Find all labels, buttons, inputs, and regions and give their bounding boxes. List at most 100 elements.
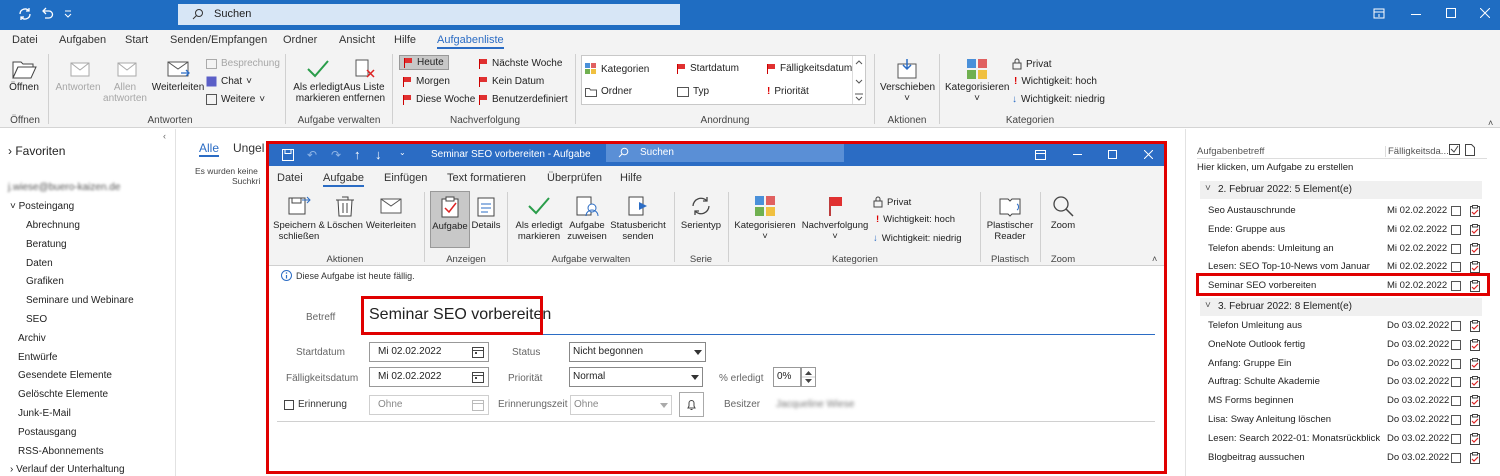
- task-complete-checkbox[interactable]: [1451, 206, 1461, 216]
- arrange-priority[interactable]: ! Priorität: [767, 86, 809, 97]
- undo-icon[interactable]: ↶: [307, 148, 317, 162]
- details-button[interactable]: Details: [470, 194, 502, 231]
- task-complete-checkbox[interactable]: [1451, 396, 1461, 407]
- answer-all-button[interactable]: Allen antworten: [102, 58, 148, 104]
- meeting-button[interactable]: Besprechung: [206, 58, 280, 69]
- percent-done-field[interactable]: 0%: [773, 367, 801, 387]
- series-type-button[interactable]: Serientyp: [679, 194, 723, 231]
- task-complete-checkbox[interactable]: [1451, 224, 1461, 235]
- task-importance-low-button[interactable]: ↓ Wichtigkeit: niedrig: [873, 233, 961, 244]
- task-row[interactable]: Auftrag: Schulte Akademie Do 03.02.2022: [1208, 376, 1488, 394]
- remove-from-list-button[interactable]: Aus Liste entfernen: [342, 58, 386, 104]
- folder-posteingang[interactable]: ˅ Posteingang: [10, 201, 74, 212]
- tab-open[interactable]: Ungel: [233, 141, 264, 155]
- percent-spinner[interactable]: [801, 367, 816, 387]
- folder-junk[interactable]: Junk-E-Mail: [18, 408, 71, 419]
- followup-today-button[interactable]: Heute: [399, 55, 449, 70]
- task-complete-checkbox[interactable]: [1451, 243, 1461, 254]
- collapse-pane-icon[interactable]: ‹: [163, 131, 166, 141]
- task-complete-checkbox[interactable]: [1451, 358, 1461, 369]
- account-name[interactable]: j.wiese@buero-kaizen.de: [8, 182, 120, 193]
- menu-aufgaben[interactable]: Aufgaben: [59, 34, 106, 46]
- menu-senden-empfangen[interactable]: Senden/Empfangen: [170, 34, 267, 46]
- gallery-scroll[interactable]: [852, 56, 865, 104]
- menu-ordner[interactable]: Ordner: [283, 34, 317, 46]
- task-group-header[interactable]: ˅ 3. Februar 2022: 8 Element(e): [1200, 298, 1482, 316]
- task-complete-checkbox[interactable]: [1451, 262, 1461, 273]
- answer-button[interactable]: Antworten: [55, 58, 101, 93]
- next-item-icon[interactable]: ↓: [375, 147, 382, 162]
- menu-hilfe[interactable]: Hilfe: [394, 34, 416, 46]
- followup-this-week-button[interactable]: Diese Woche: [403, 94, 475, 105]
- task-row[interactable]: Telefon abends: Umleitung an Mi 02.02.202…: [1208, 242, 1488, 261]
- chat-button[interactable]: Chat ˅: [206, 76, 252, 87]
- arrange-folder[interactable]: Ordner: [585, 86, 632, 97]
- task-row[interactable]: Lisa: Sway Anleitung löschen Do 03.02.202…: [1208, 414, 1488, 432]
- col-type-icon[interactable]: [1465, 144, 1475, 156]
- undo-icon[interactable]: [40, 7, 54, 21]
- folder-seo[interactable]: SEO: [26, 314, 47, 325]
- col-due[interactable]: Fälligkeitsda...: [1385, 146, 1449, 157]
- task-complete-checkbox[interactable]: [1451, 452, 1461, 463]
- col-subject[interactable]: Aufgabenbetreff: [1197, 146, 1264, 157]
- followup-custom-button[interactable]: Benutzerdefiniert: [479, 94, 568, 105]
- task-menu-aufgabe[interactable]: Aufgabe: [323, 172, 364, 187]
- new-task-prompt[interactable]: Hier klicken, um Aufgabe zu erstellen: [1197, 162, 1353, 173]
- folder-abrechnung[interactable]: Abrechnung: [26, 220, 80, 231]
- task-row[interactable]: Lesen: Search 2022-01: Monatsrückblick Do…: [1208, 432, 1488, 451]
- task-row[interactable]: Telefon Umleitung aus Do 03.02.2022: [1208, 320, 1488, 338]
- folder-postausgang[interactable]: Postausgang: [18, 427, 76, 438]
- reminder-sound-button[interactable]: [679, 392, 704, 417]
- reminder-date-field[interactable]: Ohne: [369, 395, 489, 415]
- task-group-header[interactable]: ˅ 2. Februar 2022: 5 Element(e): [1200, 181, 1482, 199]
- menu-ansicht[interactable]: Ansicht: [339, 34, 375, 46]
- collapse-ribbon-icon[interactable]: ˄: [1488, 118, 1493, 128]
- collapse-ribbon-icon[interactable]: ˄: [1152, 254, 1157, 264]
- status-select[interactable]: Nicht begonnen: [569, 342, 706, 362]
- due-date-field[interactable]: Mi 02.02.2022: [369, 367, 489, 387]
- task-complete-checkbox[interactable]: [1451, 433, 1461, 444]
- task-row[interactable]: Ende: Gruppe aus Mi 02.02.2022: [1208, 223, 1488, 242]
- followup-no-date-button[interactable]: Kein Datum: [479, 76, 544, 87]
- folder-archiv[interactable]: Archiv: [18, 333, 46, 344]
- close-icon[interactable]: [1144, 150, 1153, 159]
- assign-task-button[interactable]: Aufgabe zuweisen: [565, 194, 609, 242]
- task-menu-einfuegen[interactable]: Einfügen: [384, 172, 427, 184]
- private-button[interactable]: Privat: [1012, 58, 1052, 70]
- tab-all[interactable]: Alle: [199, 141, 220, 157]
- quick-access-dropdown-icon[interactable]: [64, 10, 72, 18]
- delete-button[interactable]: Löschen: [326, 194, 364, 231]
- reminder-time-select[interactable]: Ohne: [570, 395, 672, 415]
- followup-next-week-button[interactable]: Nächste Woche: [479, 58, 562, 69]
- ribbon-display-icon[interactable]: [1373, 8, 1385, 19]
- task-complete-checkbox[interactable]: [1451, 415, 1461, 425]
- folder-beratung[interactable]: Beratung: [26, 239, 67, 250]
- col-complete-icon[interactable]: [1449, 144, 1461, 156]
- arrange-startdate[interactable]: Startdatum: [677, 63, 739, 74]
- minimize-icon[interactable]: [1073, 154, 1082, 156]
- task-complete-checkbox[interactable]: [1451, 339, 1461, 350]
- folder-daten[interactable]: Daten: [26, 258, 53, 269]
- forward-button[interactable]: Weiterleiten: [150, 58, 206, 93]
- redo-icon[interactable]: ↷: [331, 148, 341, 162]
- followup-tomorrow-button[interactable]: Morgen: [403, 76, 450, 87]
- favorites-header[interactable]: › Favoriten: [8, 144, 65, 158]
- folder-rss[interactable]: RSS-Abonnements: [18, 446, 104, 457]
- task-notes-area[interactable]: [277, 424, 1155, 468]
- folder-geloeschte[interactable]: Gelöschte Elemente: [18, 389, 108, 400]
- folder-seminare[interactable]: Seminare und Webinare: [26, 295, 134, 306]
- folder-grafiken[interactable]: Grafiken: [26, 276, 64, 287]
- view-task-button[interactable]: Aufgabe: [430, 191, 470, 248]
- folder-entwuerfe[interactable]: Entwürfe: [18, 352, 57, 363]
- task-complete-checkbox[interactable]: [1451, 377, 1461, 388]
- task-followup-button[interactable]: Nachverfolgung ˅: [799, 194, 871, 242]
- maximize-icon[interactable]: [1108, 150, 1117, 159]
- forward-task-button[interactable]: Weiterleiten: [364, 194, 418, 231]
- priority-select[interactable]: Normal: [569, 367, 703, 387]
- zoom-button[interactable]: Zoom: [1044, 194, 1082, 231]
- task-row[interactable]: Seo Austauschrunde Mi 02.02.2022: [1208, 205, 1488, 223]
- task-row[interactable]: Blogbeitrag aussuchen Do 03.02.2022: [1208, 451, 1488, 470]
- save-close-button[interactable]: Speichern & schließen: [272, 194, 326, 242]
- task-menu-text[interactable]: Text formatieren: [447, 172, 526, 184]
- categorize-button[interactable]: Kategorisieren ˅: [945, 58, 1009, 104]
